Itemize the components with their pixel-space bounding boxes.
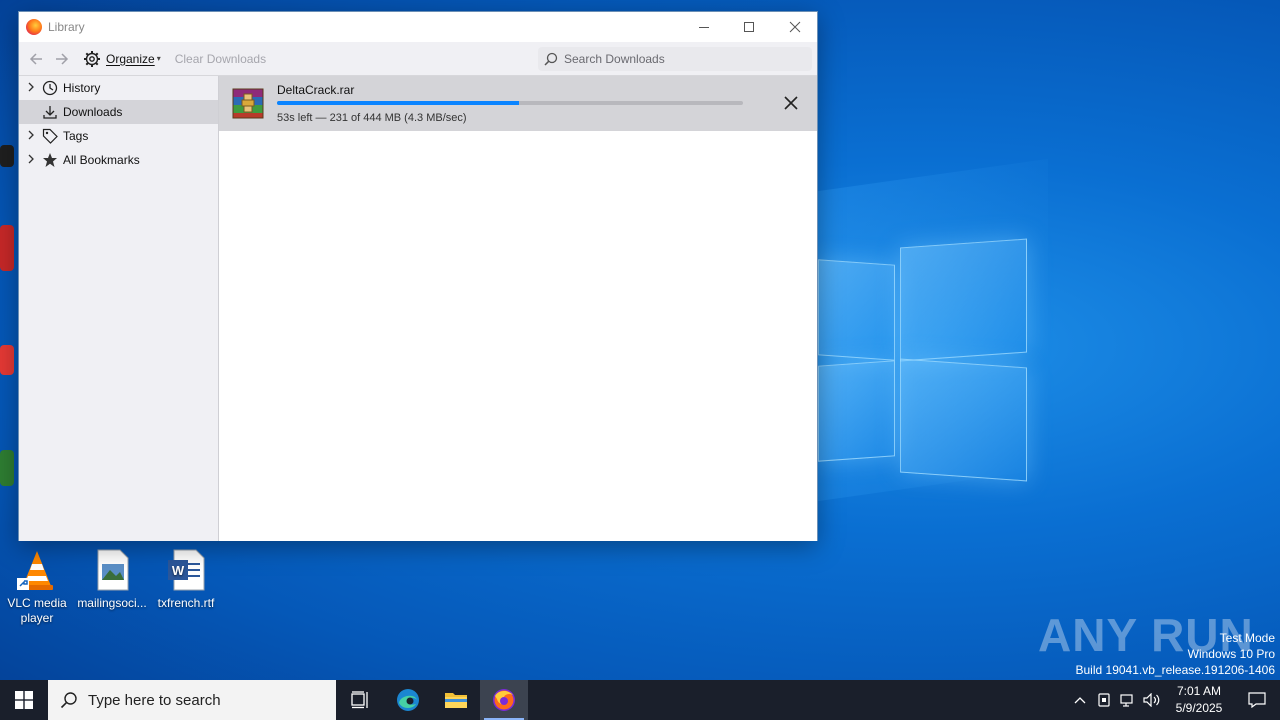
edge-icon bbox=[397, 689, 419, 711]
sidebar-item-all-bookmarks[interactable]: All Bookmarks bbox=[19, 148, 218, 172]
clear-downloads-button[interactable]: Clear Downloads bbox=[175, 52, 266, 66]
clock-date: 5/9/2025 bbox=[1175, 701, 1223, 715]
system-tray: 7:01 AM 5/9/2025 bbox=[1068, 680, 1280, 720]
taskbar-file-explorer[interactable] bbox=[432, 680, 480, 720]
desktop-icon-partial[interactable] bbox=[0, 345, 14, 375]
action-center-button[interactable] bbox=[1234, 680, 1280, 720]
device-icon bbox=[1098, 693, 1110, 707]
show-hidden-icons-button[interactable] bbox=[1068, 680, 1092, 720]
window-title: Library bbox=[48, 20, 85, 34]
chevron-up-icon bbox=[1074, 697, 1086, 704]
close-icon bbox=[789, 21, 801, 33]
forward-button[interactable] bbox=[49, 46, 75, 72]
download-item[interactable]: DeltaCrack.rar 53s left — 231 of 444 MB … bbox=[219, 76, 817, 131]
minimize-icon bbox=[699, 27, 709, 28]
taskbar: 7:01 AM 5/9/2025 bbox=[0, 680, 1280, 720]
watermark-line: Windows 10 Pro bbox=[1187, 647, 1275, 661]
tag-icon bbox=[41, 127, 59, 145]
expand-chevron-icon[interactable] bbox=[21, 154, 41, 167]
taskbar-clock[interactable]: 7:01 AM 5/9/2025 bbox=[1164, 683, 1234, 717]
expand-chevron-icon[interactable] bbox=[21, 82, 41, 95]
forward-arrow-icon bbox=[56, 52, 69, 65]
taskbar-edge[interactable] bbox=[384, 680, 432, 720]
download-filename: DeltaCrack.rar bbox=[277, 83, 355, 97]
download-status: 53s left — 231 of 444 MB (4.3 MB/sec) bbox=[277, 112, 467, 124]
firefox-icon bbox=[26, 19, 42, 35]
word-document-icon: W bbox=[164, 548, 208, 592]
desktop-icon-partial[interactable] bbox=[0, 145, 14, 167]
downloads-list: DeltaCrack.rar 53s left — 231 of 444 MB … bbox=[219, 76, 817, 541]
search-icon bbox=[60, 692, 77, 709]
organize-menu-button[interactable]: Organize ▾ bbox=[83, 50, 161, 68]
search-downloads-box[interactable] bbox=[538, 47, 812, 71]
os-watermark: Test Mode Windows 10 Pro Build 19041.vb_… bbox=[1076, 630, 1276, 678]
sidebar-item-label: Downloads bbox=[63, 105, 123, 119]
taskbar-firefox[interactable] bbox=[480, 680, 528, 720]
close-button[interactable] bbox=[772, 12, 818, 42]
star-icon bbox=[41, 151, 59, 169]
desktop-icon-partial[interactable] bbox=[0, 225, 14, 271]
notification-icon bbox=[1248, 692, 1266, 708]
maximize-button[interactable] bbox=[726, 12, 772, 42]
desktop-icon-vlc[interactable]: VLC media player bbox=[0, 548, 74, 626]
expand-chevron-icon[interactable] bbox=[21, 130, 41, 143]
folder-icon bbox=[445, 693, 467, 708]
volume-button[interactable] bbox=[1140, 680, 1164, 720]
desktop-icon-label: VLC media player bbox=[7, 596, 67, 625]
start-button[interactable] bbox=[0, 680, 48, 720]
cancel-download-button[interactable] bbox=[781, 93, 801, 113]
title-bar[interactable]: Library bbox=[19, 12, 817, 42]
windows-logo-icon bbox=[15, 691, 33, 709]
search-downloads-input[interactable] bbox=[564, 52, 794, 66]
winrar-archive-icon bbox=[231, 86, 265, 120]
chevron-down-icon: ▾ bbox=[156, 54, 161, 63]
back-arrow-icon bbox=[29, 52, 42, 65]
organize-label: Organize bbox=[106, 51, 155, 66]
desktop-icon-partial[interactable] bbox=[0, 450, 14, 486]
sidebar-item-tags[interactable]: Tags bbox=[19, 124, 218, 148]
svg-text:W: W bbox=[172, 563, 185, 578]
task-view-button[interactable] bbox=[336, 680, 384, 720]
network-icon bbox=[1120, 694, 1133, 707]
taskbar-search-box[interactable] bbox=[48, 680, 336, 720]
task-view-icon bbox=[351, 691, 368, 709]
desktop-icon-mailingsoci[interactable]: mailingsoci... bbox=[75, 548, 149, 611]
desktop-icon-txfrench[interactable]: W txfrench.rtf bbox=[149, 548, 223, 611]
taskbar-search-input[interactable] bbox=[88, 691, 328, 709]
firefox-icon bbox=[493, 689, 515, 711]
tray-device-button[interactable] bbox=[1092, 680, 1116, 720]
library-toolbar: Organize ▾ Clear Downloads bbox=[19, 42, 817, 76]
download-progress-fill bbox=[277, 101, 520, 105]
sidebar-item-label: History bbox=[63, 81, 101, 95]
library-sidebar: History Downloads Tags All Bookmarks bbox=[19, 76, 219, 541]
search-icon bbox=[544, 52, 558, 66]
vlc-icon bbox=[15, 548, 59, 592]
sidebar-item-downloads[interactable]: Downloads bbox=[19, 100, 218, 124]
gear-icon bbox=[84, 50, 100, 67]
back-button[interactable] bbox=[23, 46, 49, 72]
sidebar-item-label: All Bookmarks bbox=[63, 153, 140, 167]
sidebar-item-history[interactable]: History bbox=[19, 76, 218, 100]
close-icon bbox=[784, 96, 798, 110]
watermark-line: Build 19041.vb_release.191206-1406 bbox=[1075, 663, 1276, 677]
desktop-icon-label: mailingsoci... bbox=[77, 596, 147, 610]
watermark-line: Test Mode bbox=[1219, 631, 1275, 645]
minimize-button[interactable] bbox=[681, 12, 727, 42]
clock-icon bbox=[41, 79, 59, 97]
network-button[interactable] bbox=[1116, 680, 1140, 720]
download-progress-bar bbox=[277, 101, 743, 105]
maximize-icon bbox=[744, 22, 754, 32]
desktop-icon-label: txfrench.rtf bbox=[157, 596, 215, 610]
image-file-icon bbox=[90, 548, 134, 592]
download-icon bbox=[41, 103, 59, 121]
library-window: Library Organize ▾ Clear Downloads Searc… bbox=[18, 11, 818, 541]
sidebar-item-label: Tags bbox=[63, 129, 89, 143]
clock-time: 7:01 AM bbox=[1176, 684, 1222, 698]
speaker-icon bbox=[1143, 693, 1160, 707]
